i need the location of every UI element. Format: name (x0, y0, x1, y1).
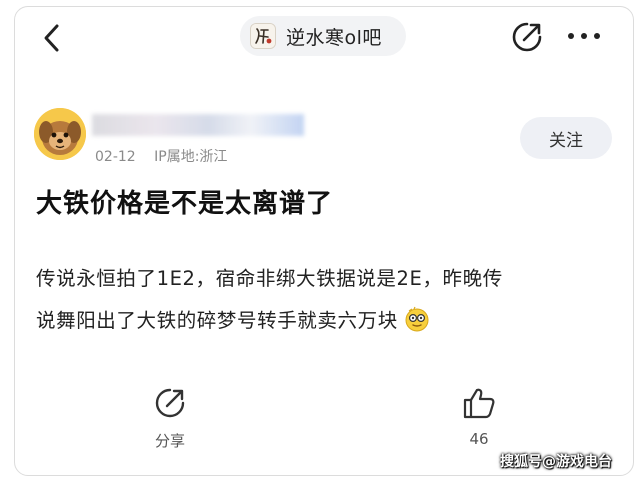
share-icon (155, 388, 185, 418)
forum-name: 逆水寒ol吧 (286, 26, 382, 49)
watermark: 搜狐号@游戏电台 (500, 454, 612, 470)
more-dots-icon (568, 33, 600, 39)
post-title: 大铁价格是不是太离谱了 (36, 189, 334, 219)
like-count: 46 (469, 430, 489, 448)
nerd-smiley-icon (405, 306, 429, 332)
post-body-line-2: 说舞阳出了大铁的碎梦号转手就卖六万块 (36, 300, 616, 342)
share-label: 分享 (154, 432, 185, 450)
thumbs-up-icon (463, 388, 495, 419)
ip-location: IP属地:浙江 (154, 149, 228, 165)
share-button-top[interactable] (510, 20, 544, 54)
back-chevron-icon (44, 24, 59, 52)
post-body-line-1: 传说永恒拍了1E2，宿命非绑大铁据说是2E，昨晚传 (36, 267, 503, 290)
follow-button[interactable]: 关注 (520, 117, 612, 159)
more-button[interactable] (566, 24, 602, 48)
share-action[interactable]: 分享 (140, 386, 200, 451)
post-date: 02-12 (95, 149, 136, 165)
forum-logo-icon (250, 23, 276, 49)
like-action[interactable]: 46 (449, 386, 509, 448)
username-blurred[interactable] (92, 114, 304, 136)
avatar[interactable] (34, 108, 86, 160)
share-icon (512, 22, 542, 52)
card-frame (14, 6, 634, 476)
forum-link[interactable]: 逆水寒ol吧 (240, 16, 406, 56)
post-body: 传说永恒拍了1E2，宿命非绑大铁据说是2E，昨晚传 说舞阳出了大铁的碎梦号转手就… (36, 258, 616, 342)
post-body-line-2-text: 说舞阳出了大铁的碎梦号转手就卖六万块 (36, 309, 398, 332)
back-button[interactable] (38, 22, 68, 54)
dog-avatar-icon (34, 108, 86, 160)
post-meta: 02-12 IP属地:浙江 (95, 146, 241, 166)
